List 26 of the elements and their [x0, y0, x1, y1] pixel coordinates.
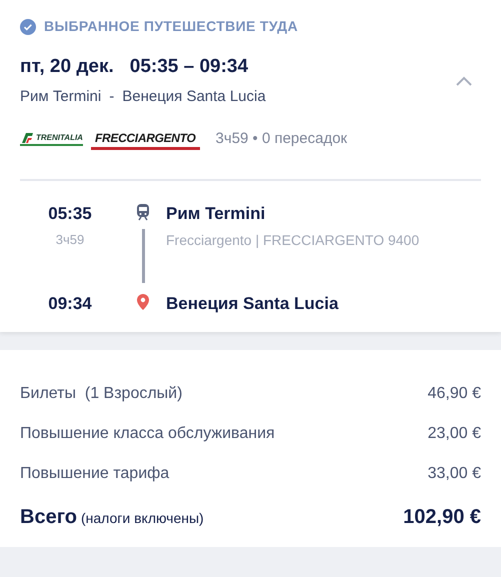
total-label: Всего — [20, 505, 77, 530]
tax-note: (налоги включены) — [80, 509, 204, 528]
operator-logo: TRENITALIA — [20, 132, 83, 146]
train-icon — [136, 202, 150, 220]
train-service: Frecciargento | FRECCIARGENTO 9400 — [166, 231, 420, 250]
price-amount: 23,00 € — [428, 424, 481, 444]
total-amount: 102,90 € — [403, 505, 481, 530]
stop-time: 09:34 — [48, 292, 92, 314]
route-destination: Венеция Santa Lucia — [122, 86, 266, 106]
trip-times: 05:35 – 09:34 — [130, 55, 248, 79]
station-name: Венеция Santa Lucia — [166, 292, 338, 314]
price-label: Повышение класса обслуживания — [20, 424, 275, 444]
trip-summary: 3ч59 • 0 пересадок — [216, 129, 348, 149]
price-label: Повышение тарифа — [20, 464, 170, 484]
train-brand-logo: FRECCIARGENTO — [90, 128, 200, 150]
section-title: ВЫБРАННОЕ ПУТЕШЕСТВИЕ ТУДА — [44, 17, 298, 36]
trip-date: пт, 20 дек. — [20, 55, 114, 79]
stop-time: 05:35 — [48, 202, 92, 224]
location-pin-icon — [136, 292, 150, 310]
station-name: Рим Termini — [166, 202, 266, 224]
trip-duration: 3ч59 — [56, 231, 84, 249]
route-origin: Рим Termini — [20, 86, 102, 106]
price-amount: 46,90 € — [428, 384, 481, 404]
route-separator: - — [109, 86, 114, 106]
price-amount: 33,00 € — [428, 464, 481, 484]
price-label: Билеты (1 Взрослый) — [20, 384, 182, 404]
